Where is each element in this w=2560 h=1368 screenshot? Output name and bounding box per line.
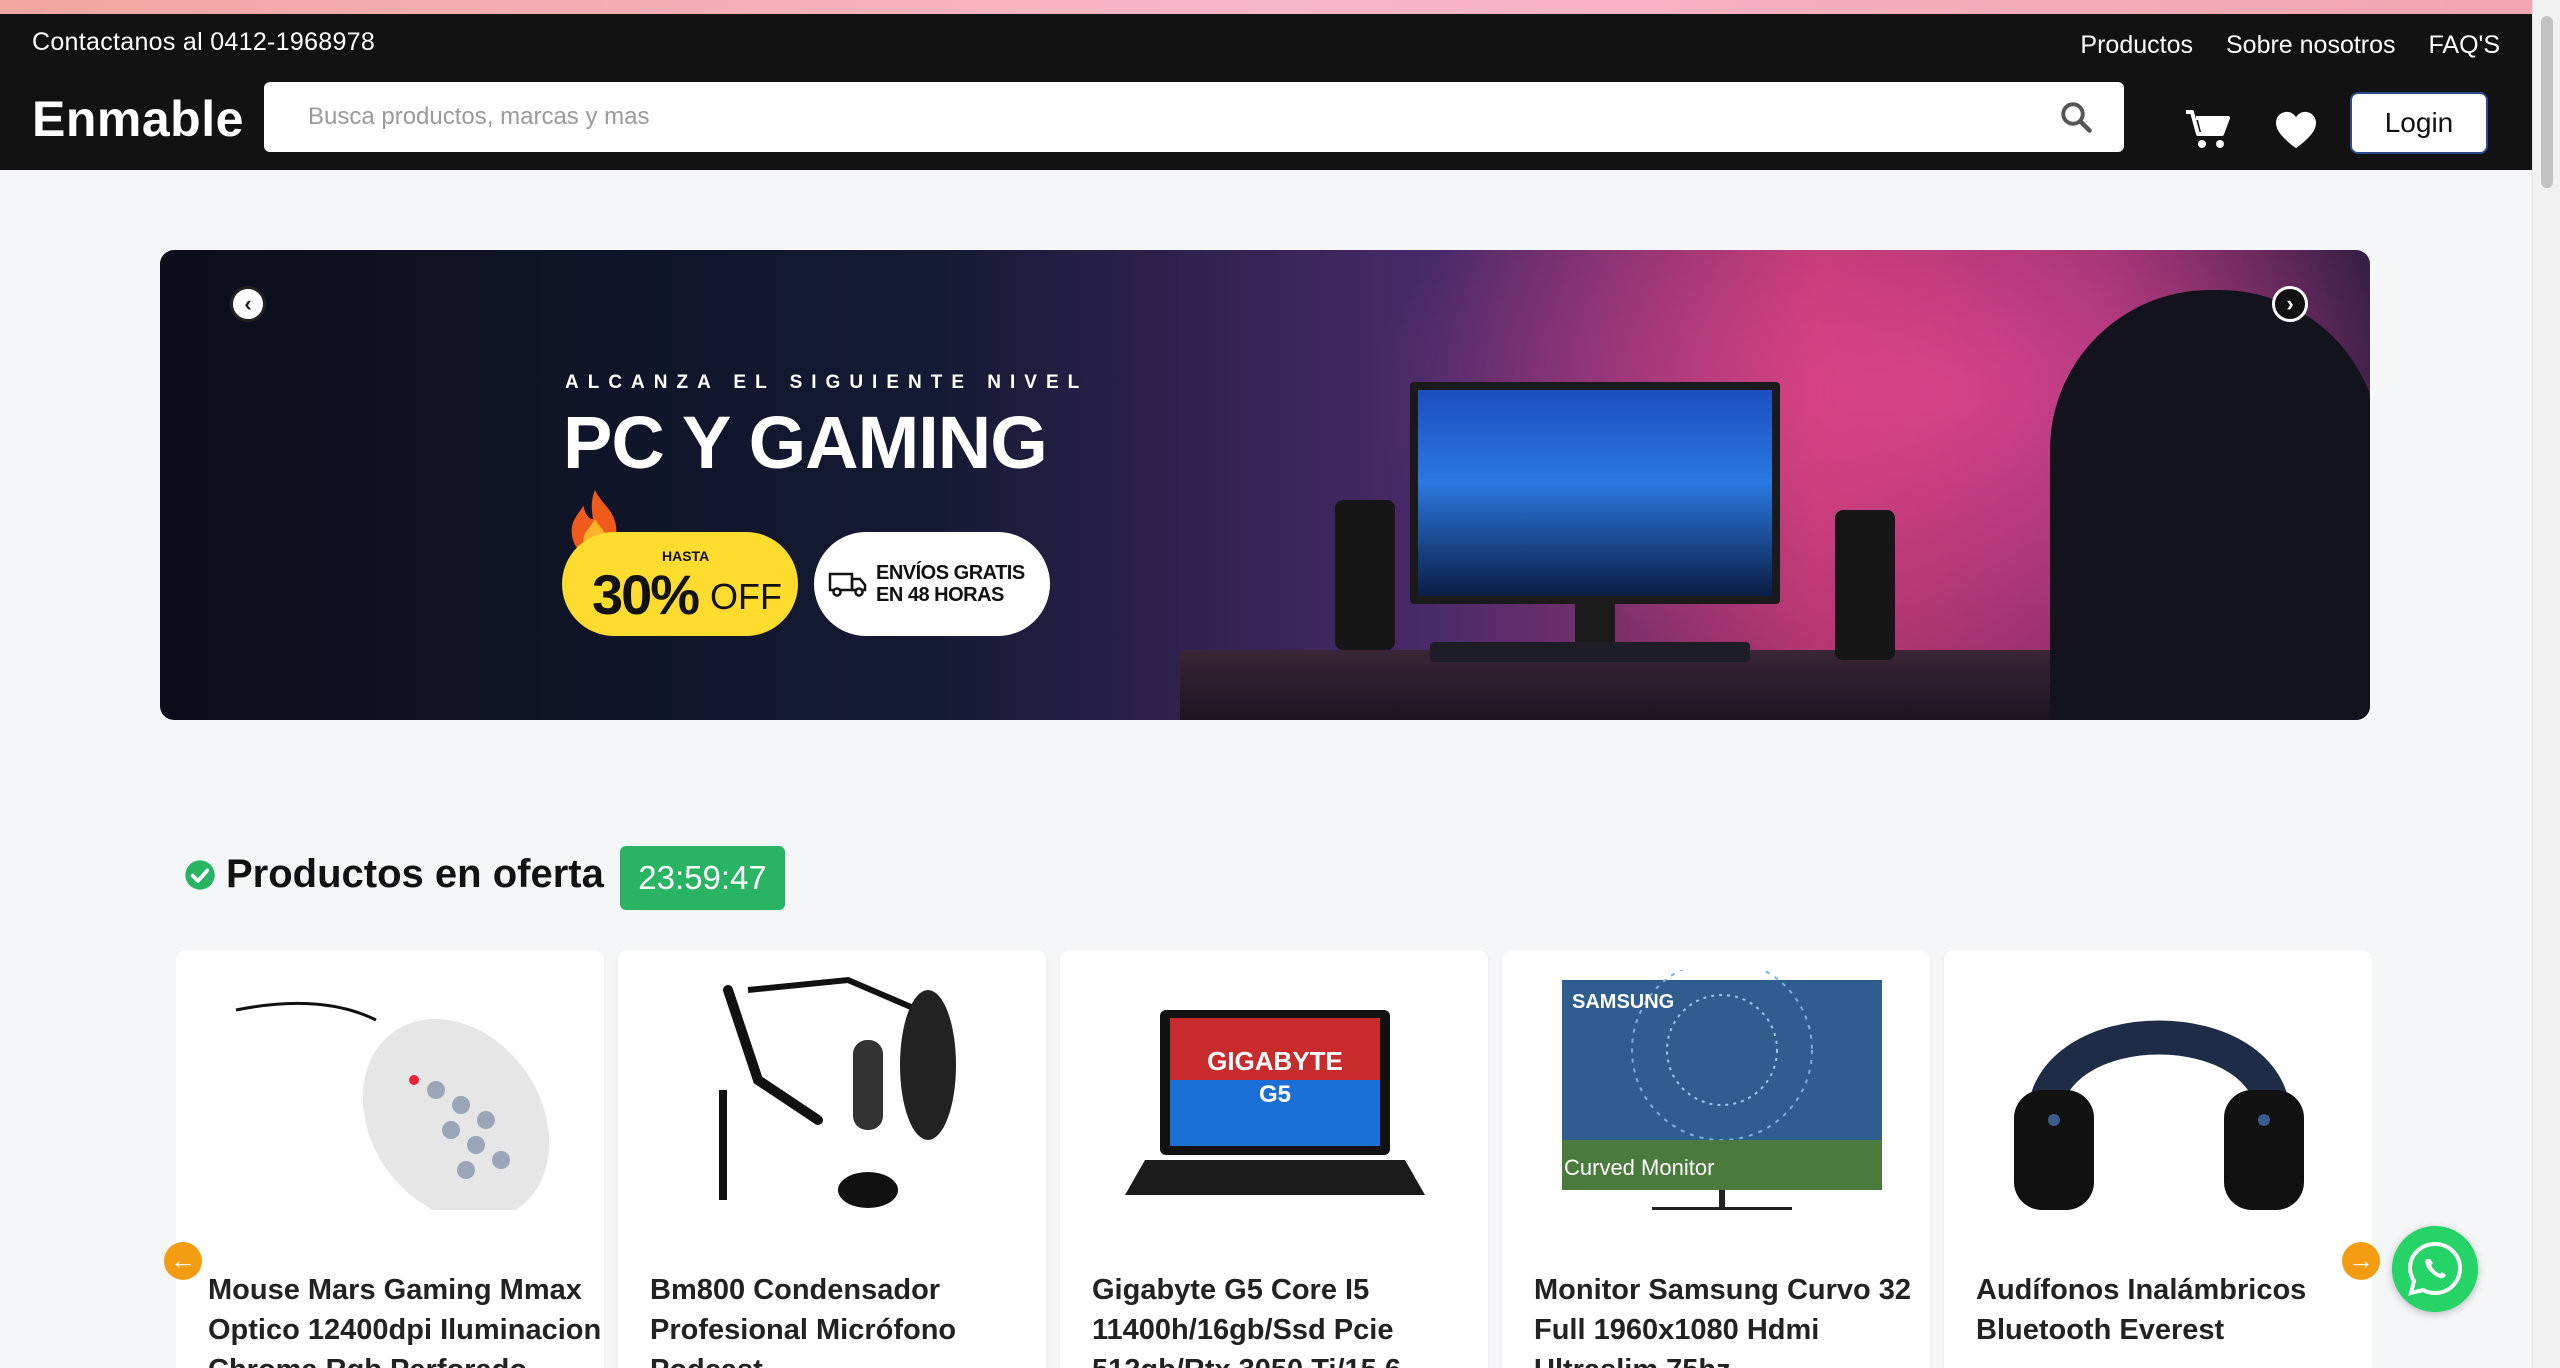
svg-text:SAMSUNG: SAMSUNG	[1572, 991, 1674, 1013]
monitor-image: SAMSUNG Curved Monitor	[1562, 970, 1882, 1210]
search-icon[interactable]	[2058, 99, 2094, 135]
cart-icon[interactable]	[2184, 108, 2232, 152]
products-prev-arrow[interactable]: ←	[164, 1242, 202, 1280]
product-name[interactable]: Audífonos Inalámbricos Bluetooth Everest	[1976, 1270, 2372, 1368]
offers-section-title: Productos en oferta	[184, 852, 604, 897]
top-nav: Productos Sobre nosotros FAQ'S	[2080, 31, 2500, 60]
product-card[interactable]: SAMSUNG Curved Monitor Monitor Samsung C…	[1502, 950, 1930, 1368]
shipping-text: ENVÍOS GRATIS EN 48 HORAS	[876, 562, 1025, 606]
banner-monitor-stand	[1575, 604, 1615, 644]
contact-text: Contactanos al 0412-1968978	[32, 28, 376, 56]
laptop-image: GIGABYTE G5	[1125, 1010, 1425, 1195]
shipping-badge: ENVÍOS GRATIS EN 48 HORAS	[814, 532, 1050, 636]
scrollbar-thumb[interactable]	[2541, 16, 2553, 188]
headphones-image	[2014, 1020, 2304, 1210]
discount-badge: HASTA 30% OFF	[562, 532, 798, 636]
banner-monitor-image	[1410, 382, 1780, 604]
products-next-arrow[interactable]: →	[2342, 1242, 2380, 1280]
hero-banner[interactable]: ALCANZA EL SIGUIENTE NIVEL PC Y GAMING H…	[160, 250, 2370, 720]
search-input[interactable]	[308, 82, 2008, 152]
banner-chair-image	[2050, 290, 2370, 720]
nav-link-sobre-nosotros[interactable]: Sobre nosotros	[2226, 31, 2396, 60]
banner-headline: PC Y GAMING	[563, 401, 1048, 484]
check-circle-icon	[185, 859, 215, 890]
svg-text:G5: G5	[1259, 1081, 1291, 1108]
svg-text:Curved Monitor: Curved Monitor	[1564, 1155, 1714, 1180]
laptop-logo-text: GIGABYTE	[1207, 1046, 1343, 1076]
discount-off: OFF	[710, 576, 782, 617]
truck-icon	[828, 572, 867, 597]
banner-tagline: ALCANZA EL SIGUIENTE NIVEL	[565, 372, 1089, 393]
product-card[interactable]: Mouse Mars Gaming Mmax Optico 12400dpi I…	[176, 950, 604, 1368]
offer-countdown-timer: 23:59:47	[620, 846, 785, 910]
product-name[interactable]: Monitor Samsung Curvo 32 Full 1960x1080 …	[1534, 1270, 1930, 1368]
product-name[interactable]: Bm800 Condensador Profesional Micrófono …	[650, 1270, 1046, 1368]
top-accent-strip	[0, 0, 2560, 14]
product-name[interactable]: Mouse Mars Gaming Mmax Optico 12400dpi I…	[208, 1270, 604, 1368]
microphone-image	[719, 976, 956, 1208]
discount-percent: 30%	[592, 563, 700, 626]
brand-logo[interactable]: Enmable	[32, 90, 244, 148]
scrollbar[interactable]	[2532, 0, 2560, 1368]
product-name[interactable]: Gigabyte G5 Core I5 11400h/16gb/Ssd Pcie…	[1092, 1270, 1488, 1368]
carousel-next-button[interactable]: ›	[2272, 286, 2308, 322]
gaming-mouse-image	[235, 1001, 550, 1210]
search-bar	[264, 82, 2124, 152]
offers-heading: Productos en oferta	[226, 852, 604, 896]
banner-keyboard-image	[1430, 642, 1750, 662]
product-card[interactable]: Bm800 Condensador Profesional Micrófono …	[618, 950, 1046, 1368]
nav-link-faqs[interactable]: FAQ'S	[2429, 31, 2500, 60]
banner-speaker-right-image	[1835, 510, 1895, 660]
nav-link-productos[interactable]: Productos	[2080, 31, 2193, 60]
offers-product-list: Mouse Mars Gaming Mmax Optico 12400dpi I…	[176, 950, 2372, 1368]
product-card[interactable]: Audífonos Inalámbricos Bluetooth Everest	[1944, 950, 2372, 1368]
site-header: Contactanos al 0412-1968978 Productos So…	[0, 14, 2532, 170]
login-button[interactable]: Login	[2350, 92, 2488, 154]
whatsapp-icon[interactable]	[2392, 1226, 2478, 1312]
heart-icon[interactable]	[2274, 110, 2318, 150]
product-card[interactable]: GIGABYTE G5 Gigabyte G5 Core I5 11400h/1…	[1060, 950, 1488, 1368]
banner-speaker-left-image	[1335, 500, 1395, 650]
carousel-prev-button[interactable]: ‹	[230, 286, 266, 322]
